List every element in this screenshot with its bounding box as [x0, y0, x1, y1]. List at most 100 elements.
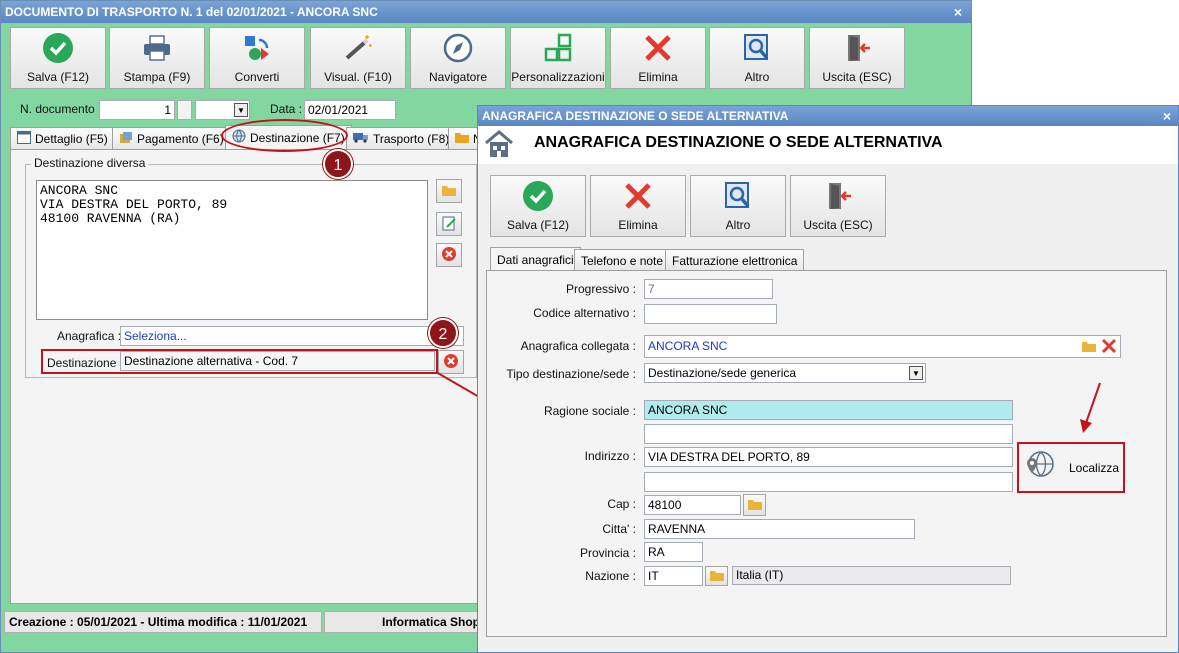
check-circle-icon	[521, 179, 555, 213]
dialog-delete-label: Elimina	[618, 218, 658, 232]
main-delete-button[interactable]: Elimina	[610, 27, 706, 89]
red-x-icon	[621, 179, 655, 213]
compass-icon	[441, 31, 475, 65]
provincia-input[interactable]: RA	[644, 542, 703, 562]
dialog-save-label: Salva (F12)	[506, 218, 570, 232]
dialog-other-button[interactable]: Altro	[690, 175, 786, 237]
list-icon	[17, 130, 31, 147]
main-visual-button[interactable]: Visual. (F10)	[310, 27, 406, 89]
ragione-sociale-label: Ragione sociale :	[543, 404, 636, 418]
cap-lookup-button[interactable]	[743, 494, 766, 516]
date-label: Data :	[270, 102, 303, 116]
ragione-sociale-input[interactable]: ANCORA SNC	[644, 400, 1013, 420]
doc-number-label: N. documento :	[20, 102, 102, 116]
dialog-close-icon[interactable]: ×	[1158, 106, 1176, 126]
red-circle-x-icon	[441, 246, 457, 265]
anagrafica-select[interactable]: Seleziona...	[120, 326, 464, 346]
open-folder-icon	[747, 497, 763, 514]
main-navigator-label: Navigatore	[428, 70, 488, 84]
address-textarea[interactable]: ANCORA SNC VIA DESTRA DEL PORTO, 89 4810…	[36, 180, 428, 320]
anagrafica-collegata-input[interactable]: ANCORA SNC	[644, 335, 1121, 358]
tipo-destinazione-select[interactable]: Destinazione/sede generica	[644, 363, 926, 383]
tab-trasporto[interactable]: Trasporto (F8)	[346, 127, 457, 149]
dialog-exit-button[interactable]: Uscita (ESC)	[790, 175, 886, 237]
grid-icon	[541, 31, 575, 65]
address-line-2: VIA DESTRA DEL PORTO, 89	[40, 197, 228, 212]
clear-address-button[interactable]	[436, 243, 462, 267]
ragione-sociale-input-2[interactable]	[644, 424, 1013, 444]
building-icon	[484, 129, 514, 162]
nazione-lookup-button[interactable]	[705, 566, 728, 586]
date-input[interactable]: 02/01/2021	[304, 100, 396, 120]
tab-telefono-note[interactable]: Telefono e note	[574, 249, 671, 271]
tab-pagamento[interactable]: Pagamento (F6)	[112, 127, 231, 149]
indirizzo-input[interactable]: VIA DESTRA DEL PORTO, 89	[644, 447, 1013, 467]
address-line-3: 48100 RAVENNA (RA)	[40, 211, 181, 226]
pointer-arrow-2	[1080, 382, 1101, 433]
edit-note-button[interactable]	[436, 212, 462, 236]
open-folder-icon	[709, 568, 725, 585]
chevron-down-icon[interactable]: ▼	[234, 103, 248, 117]
doc-number-input[interactable]: 1	[99, 100, 175, 120]
open-folder-icon[interactable]	[1081, 339, 1097, 356]
main-save-button[interactable]: Salva (F12)	[10, 27, 106, 89]
status-bar-company: Informatica Shop	[324, 611, 479, 633]
dialog-other-label: Altro	[725, 218, 751, 232]
magnifier-icon	[740, 31, 774, 65]
check-circle-icon	[41, 31, 75, 65]
indirizzo-input-2[interactable]	[644, 472, 1013, 492]
step-badge-1: 1	[323, 149, 353, 179]
wand-icon	[341, 31, 375, 65]
main-customize-label: Personalizzazioni	[511, 70, 605, 84]
group-title: Destinazione diversa	[31, 156, 149, 170]
status-bar-dates: Creazione : 05/01/2021 - Ultima modifica…	[4, 611, 322, 633]
truck-icon	[353, 131, 369, 146]
destinazione-field[interactable]: Destinazione alternativa - Cod. 7	[120, 351, 435, 371]
clear-red-x-icon[interactable]	[1101, 338, 1117, 357]
tab-dettaglio-label: Dettaglio (F5)	[35, 131, 108, 146]
citta-input[interactable]: RAVENNA	[644, 519, 915, 539]
main-exit-button[interactable]: Uscita (ESC)	[809, 27, 905, 89]
progressivo-label: Progressivo :	[565, 282, 636, 296]
main-window-title: DOCUMENTO DI TRASPORTO N. 1 del 02/01/20…	[1, 1, 971, 23]
step-badge-2: 2	[428, 318, 458, 348]
open-folder-icon	[441, 183, 457, 200]
dialog-delete-button[interactable]: Elimina	[590, 175, 686, 237]
main-convert-button[interactable]: Converti	[209, 27, 305, 89]
main-exit-label: Uscita (ESC)	[822, 70, 892, 84]
tab-dati-anagrafici[interactable]: Dati anagrafici	[490, 247, 581, 271]
cap-input[interactable]: 48100	[644, 495, 741, 515]
codice-alternativo-input[interactable]	[644, 304, 777, 324]
provincia-label: Provincia :	[579, 546, 636, 560]
main-visual-label: Visual. (F10)	[324, 70, 392, 84]
main-close-icon[interactable]: ×	[949, 2, 967, 22]
tab-fatturazione[interactable]: Fatturazione elettronica	[665, 249, 805, 271]
nazione-code-input[interactable]: IT	[644, 566, 703, 586]
tab-dettaglio[interactable]: Dettaglio (F5)	[10, 127, 115, 149]
tab-highlight-ellipse	[221, 119, 348, 152]
address-line-1: ANCORA SNC	[40, 183, 119, 198]
edit-note-icon	[441, 215, 457, 234]
main-customize-button[interactable]: Personalizzazioni	[510, 27, 606, 89]
convert-icon	[240, 31, 274, 65]
main-print-button[interactable]: Stampa (F9)	[109, 27, 205, 89]
citta-label: Citta' :	[602, 522, 636, 536]
tipo-destinazione-label: Tipo destinazione/sede :	[506, 367, 636, 381]
dialog-header-text: ANAGRAFICA DESTINAZIONE O SEDE ALTERNATI…	[534, 134, 943, 151]
main-other-button[interactable]: Altro	[709, 27, 805, 89]
tab-n[interactable]: N	[448, 127, 478, 149]
main-navigator-button[interactable]: Navigatore	[410, 27, 506, 89]
doc-number-spinner[interactable]	[177, 100, 192, 120]
red-x-icon	[641, 31, 675, 65]
anagrafica-label: Anagrafica :	[57, 329, 122, 343]
dialog-save-button[interactable]: Salva (F12)	[490, 175, 586, 237]
main-delete-label: Elimina	[638, 70, 678, 84]
localizza-button[interactable]: Localizza	[1021, 446, 1121, 489]
open-folder-button[interactable]	[436, 179, 462, 203]
chevron-down-icon[interactable]: ▼	[909, 366, 923, 380]
magnifier-icon	[721, 179, 755, 213]
anagrafica-collegata-label: Anagrafica collegata :	[520, 339, 636, 353]
progressivo-input[interactable]: 7	[644, 279, 773, 299]
codice-alternativo-label: Codice alternativo :	[533, 306, 636, 320]
dialog-title: ANAGRAFICA DESTINAZIONE O SEDE ALTERNATI…	[478, 106, 1178, 126]
